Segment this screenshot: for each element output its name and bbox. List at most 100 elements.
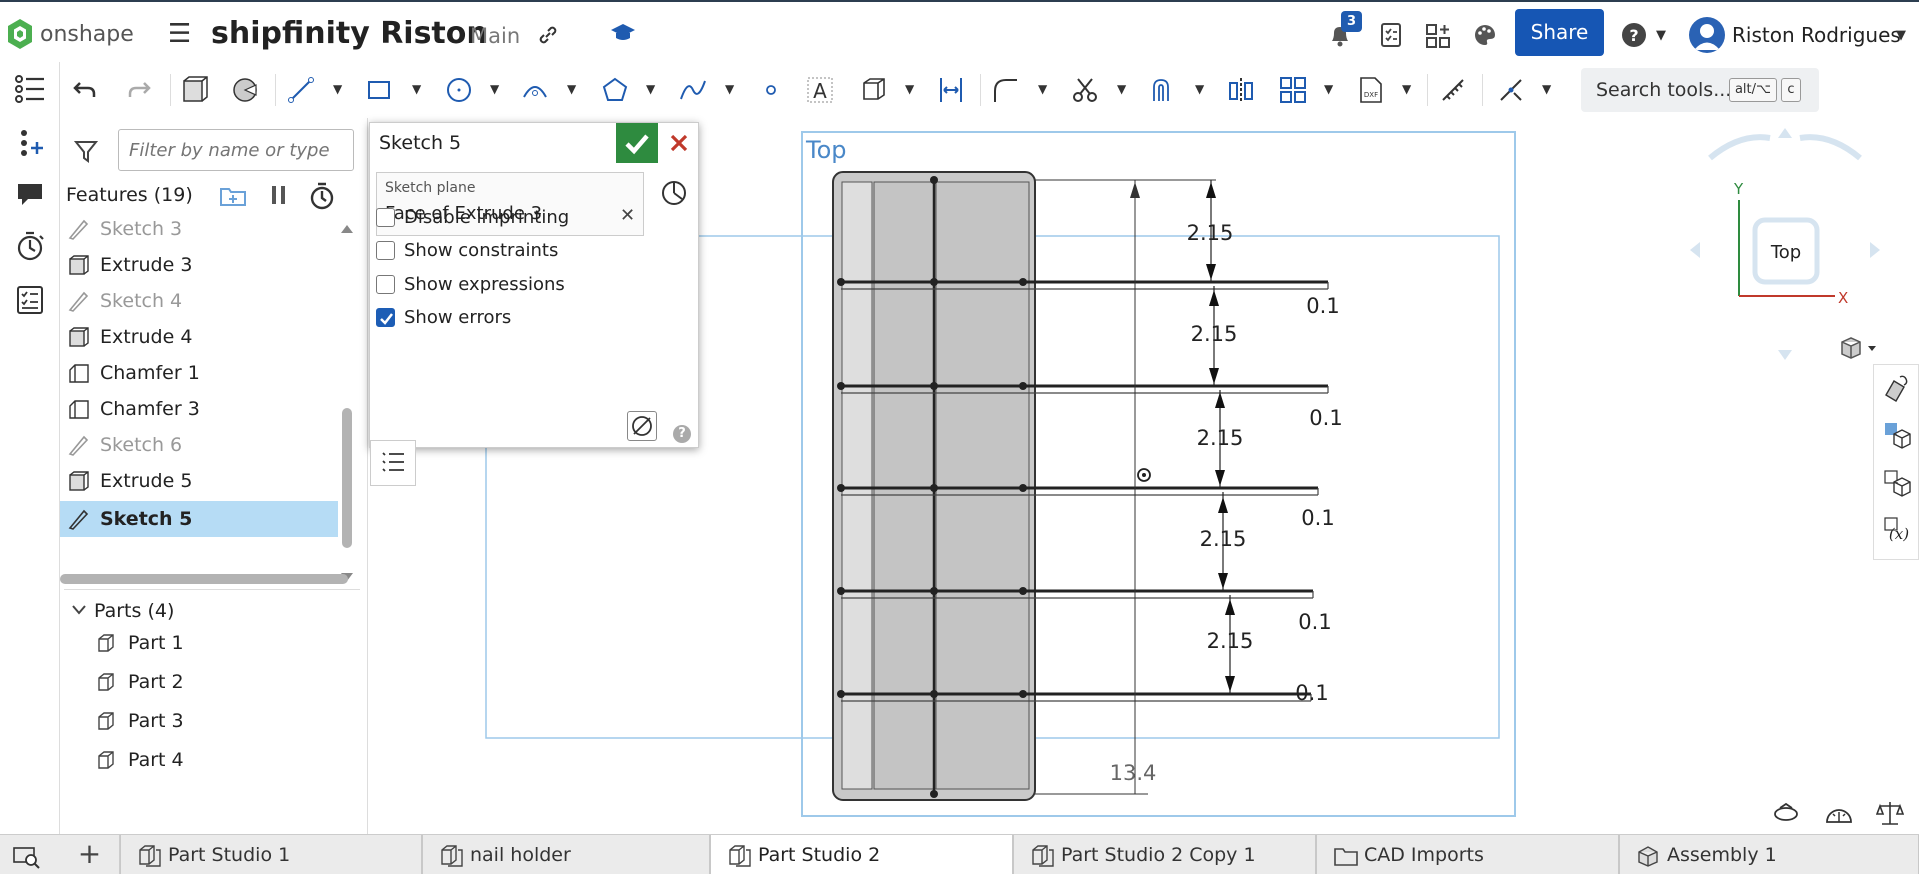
dimension-tool-icon[interactable]: [936, 75, 966, 105]
checkbox[interactable]: [376, 240, 395, 260]
rollback-timer-icon[interactable]: [308, 181, 336, 211]
offset-tool-icon[interactable]: [1148, 75, 1178, 105]
rectangle-tool-icon[interactable]: [364, 75, 394, 105]
view-normal-icon[interactable]: [660, 179, 688, 207]
section-view-icon[interactable]: [1772, 800, 1800, 824]
measurement-icon[interactable]: [1824, 800, 1854, 824]
feature-item[interactable]: Chamfer 1: [60, 355, 338, 391]
circle-dropdown-icon[interactable]: ▼: [490, 82, 499, 96]
properties-icon[interactable]: [14, 284, 46, 316]
trim-dropdown-icon[interactable]: ▼: [1117, 82, 1126, 96]
feature-scroll-thumb[interactable]: [342, 408, 352, 548]
feature-item[interactable]: Extrude 3: [60, 247, 338, 283]
part-item[interactable]: Part 1: [90, 625, 350, 661]
option-disable-imprinting[interactable]: Disable imprinting: [376, 202, 569, 232]
part-item[interactable]: Part 3: [90, 703, 350, 739]
configurations-icon[interactable]: [1882, 468, 1912, 498]
version-history-icon[interactable]: [14, 230, 46, 262]
use-dropdown-icon[interactable]: ▼: [905, 82, 914, 96]
feature-item[interactable]: Sketch 4: [60, 283, 338, 319]
extrude-tool-icon[interactable]: [180, 75, 210, 105]
appearance-panel-icon[interactable]: [1882, 373, 1912, 403]
feature-filter-input[interactable]: [118, 129, 354, 171]
user-name[interactable]: Riston Rodrigues: [1732, 23, 1901, 47]
line-tool-icon[interactable]: [286, 75, 316, 105]
option-show-constraints[interactable]: Show constraints: [376, 235, 558, 265]
share-button[interactable]: Share: [1515, 9, 1604, 56]
add-tab-button[interactable]: +: [60, 835, 120, 874]
dxf-import-icon[interactable]: DXF: [1356, 75, 1386, 105]
document-title[interactable]: shipfinity Riston: [211, 16, 488, 51]
rectangle-dropdown-icon[interactable]: ▼: [412, 82, 421, 96]
option-show-expressions[interactable]: Show expressions: [376, 269, 565, 299]
spline-dropdown-icon[interactable]: ▼: [725, 82, 734, 96]
fillet-dropdown-icon[interactable]: ▼: [1038, 82, 1047, 96]
circle-tool-icon[interactable]: [444, 75, 474, 105]
feature-item[interactable]: Chamfer 3: [60, 391, 338, 427]
search-tools-input[interactable]: Search tools... alt/⌥ c: [1581, 68, 1819, 112]
help-icon[interactable]: ?: [673, 425, 691, 443]
pattern-tool-icon[interactable]: [1278, 75, 1308, 105]
mirror-tool-icon[interactable]: [1226, 75, 1256, 105]
fillet-sketch-icon[interactable]: [990, 75, 1020, 105]
redo-icon[interactable]: [124, 75, 154, 105]
accept-button[interactable]: [616, 123, 658, 163]
pause-icon[interactable]: [266, 181, 292, 209]
onshape-logo[interactable]: onshape: [6, 18, 134, 50]
part-item[interactable]: Part 4: [90, 742, 350, 778]
polygon-dropdown-icon[interactable]: ▼: [646, 82, 655, 96]
app-store-icon[interactable]: [1424, 22, 1452, 50]
checkbox[interactable]: [376, 274, 395, 294]
feature-item[interactable]: Sketch 3: [60, 213, 338, 247]
tab-part-studio-1[interactable]: Part Studio 1: [120, 835, 422, 874]
import-dropdown-icon[interactable]: ▼: [1402, 82, 1411, 96]
revolve-tool-icon[interactable]: [230, 75, 260, 105]
appearance-icon[interactable]: [1472, 22, 1498, 48]
help-icon[interactable]: ?: [1620, 21, 1648, 49]
learning-center-icon[interactable]: [610, 22, 636, 44]
feature-item[interactable]: Extrude 5: [60, 463, 338, 499]
cancel-button[interactable]: [663, 127, 695, 159]
feature-hscroll-thumb[interactable]: [60, 574, 348, 584]
undo-icon[interactable]: [70, 75, 100, 105]
insert-icon[interactable]: [14, 128, 46, 158]
tab-part-studio-2-copy-1[interactable]: Part Studio 2 Copy 1: [1013, 835, 1316, 874]
user-dropdown-icon[interactable]: ▼: [1896, 28, 1906, 43]
offset-dropdown-icon[interactable]: ▼: [1195, 82, 1204, 96]
comments-icon[interactable]: [14, 180, 46, 208]
checkbox-checked[interactable]: [376, 307, 395, 327]
variables-icon[interactable]: (x): [1882, 515, 1912, 545]
clear-plane-icon[interactable]: ✕: [620, 205, 635, 226]
pattern-dropdown-icon[interactable]: ▼: [1324, 82, 1333, 96]
tab-part-studio-2[interactable]: Part Studio 2: [710, 835, 1013, 874]
add-folder-icon[interactable]: [218, 181, 248, 209]
measure-tool-icon[interactable]: [1438, 75, 1468, 105]
sketch-settings-button[interactable]: [627, 411, 657, 441]
checkbox[interactable]: [376, 207, 395, 227]
feature-list-toggle[interactable]: [370, 440, 416, 486]
feature-item[interactable]: Extrude 4: [60, 319, 338, 355]
search-tabs-icon[interactable]: [12, 845, 42, 869]
mass-properties-icon[interactable]: [1876, 800, 1904, 826]
construction-dropdown-icon[interactable]: ▼: [1542, 82, 1551, 96]
dialog-title[interactable]: Sketch 5: [379, 132, 461, 154]
trim-tool-icon[interactable]: [1070, 75, 1100, 105]
tab-cad-imports[interactable]: CAD Imports: [1316, 835, 1619, 874]
point-tool-icon[interactable]: [756, 75, 786, 105]
tasks-icon[interactable]: [1378, 22, 1404, 48]
avatar[interactable]: [1689, 17, 1725, 53]
use-tool-icon[interactable]: [858, 75, 888, 105]
option-show-errors[interactable]: Show errors: [376, 302, 511, 332]
arc-dropdown-icon[interactable]: ▼: [567, 82, 576, 96]
polygon-tool-icon[interactable]: [600, 75, 630, 105]
arc-tool-icon[interactable]: [520, 75, 550, 105]
view-cube[interactable]: Top Y X: [1690, 128, 1880, 368]
text-tool-icon[interactable]: A: [805, 75, 835, 105]
menu-icon[interactable]: ☰: [168, 21, 191, 47]
tab-assembly-1[interactable]: Assembly 1: [1619, 835, 1919, 874]
document-branch[interactable]: Main: [470, 24, 520, 48]
filter-icon[interactable]: [73, 138, 99, 164]
spline-tool-icon[interactable]: [678, 75, 708, 105]
line-dropdown-icon[interactable]: ▼: [333, 82, 342, 96]
tab-nail-holder[interactable]: nail holder: [422, 835, 710, 874]
